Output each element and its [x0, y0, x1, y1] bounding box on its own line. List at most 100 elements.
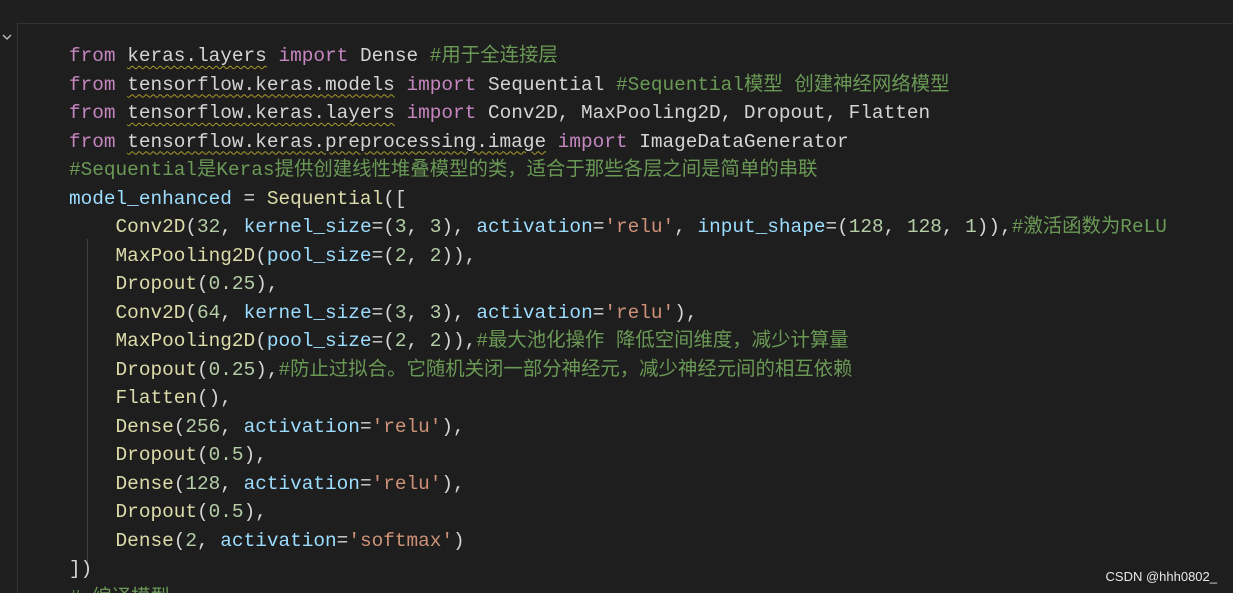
code-line[interactable]: Flatten(),	[69, 384, 1167, 413]
code-token-cls: Flatten	[115, 387, 198, 409]
code-line[interactable]: Dropout(0.5),	[69, 441, 1167, 470]
code-token-num: 32	[197, 216, 221, 238]
code-token-pun: =	[231, 187, 267, 210]
code-token-var: activation	[476, 301, 593, 324]
code-token-pun: ,	[220, 472, 244, 495]
code-token-pun: =	[359, 415, 372, 438]
code-line[interactable]: #Sequential是Keras提供创建线性堆叠模型的类，适合于那些各层之间是…	[69, 156, 1167, 185]
code-token-num: 3	[394, 301, 407, 324]
code-line[interactable]: Dropout(0.25),#防止过拟合。它随机关闭一部分神经元，减少神经元间的…	[69, 356, 1167, 385]
code-token-kw: from	[69, 130, 116, 153]
code-token-num: 3	[394, 216, 407, 238]
code-token-kw: import	[278, 45, 349, 67]
code-token-name: Sequential	[487, 73, 605, 96]
code-line[interactable]: Dense(256, activation='relu'),	[69, 413, 1167, 442]
code-token-pun	[476, 102, 488, 124]
code-token-cls: Dropout	[115, 358, 198, 381]
code-line[interactable]: from tensorflow.keras.preprocessing.imag…	[69, 128, 1167, 157]
code-token-pun	[604, 74, 616, 96]
code-token-pun	[69, 387, 116, 409]
code-token-pun: (	[185, 216, 198, 238]
code-token-cls: Dense	[115, 529, 174, 552]
code-token-pun	[69, 216, 116, 238]
code-token-pun	[69, 473, 116, 495]
code-editor[interactable]: from keras.layers import Dense #用于全连接层 fr…	[17, 23, 1233, 593]
code-token-pun: ,	[674, 216, 698, 238]
code-token-pun	[348, 45, 360, 67]
code-token-pun: (	[173, 415, 186, 438]
code-token-kw: import	[406, 102, 477, 124]
code-line[interactable]: ])	[69, 555, 1167, 584]
code-token-pun: =	[592, 301, 605, 324]
code-token-pun	[69, 273, 116, 295]
code-token-num: 256	[185, 415, 221, 438]
code-token-cls: Dense	[115, 415, 174, 438]
code-token-num: 128	[906, 216, 942, 238]
editor-top-strip	[0, 0, 1233, 23]
code-token-kw: from	[69, 73, 116, 96]
code-token-pun: (	[197, 501, 209, 523]
code-line[interactable]: Conv2D(32, kernel_size=(3, 3), activatio…	[69, 213, 1167, 242]
code-line[interactable]: Conv2D(64, kernel_size=(3, 3), activatio…	[69, 299, 1167, 328]
code-token-num: 2	[394, 244, 407, 267]
code-token-pun: (	[197, 358, 209, 381]
code-token-num: 1	[965, 216, 977, 238]
code-token-pun: ),	[441, 472, 465, 495]
code-token-name: ImageDataGenerator	[639, 130, 849, 153]
code-token-var: activation	[243, 472, 360, 495]
code-line[interactable]: from tensorflow.keras.layers import Conv…	[69, 99, 1167, 128]
code-token-pun: ([	[383, 187, 407, 210]
code-token-num: 2	[185, 529, 198, 552]
code-token-pun: ),	[674, 301, 698, 324]
code-line[interactable]: Dense(2, activation='softmax')	[69, 527, 1167, 556]
code-block[interactable]: from keras.layers import Dense #用于全连接层 fr…	[69, 42, 1167, 593]
code-line[interactable]: Dropout(0.5),	[69, 498, 1167, 527]
code-token-pun: ,	[883, 216, 907, 238]
code-token-pun	[69, 501, 116, 523]
code-token-pun: ,	[406, 330, 430, 352]
code-token-pun	[116, 131, 128, 153]
chevron-down-icon[interactable]	[1, 31, 13, 43]
code-token-str: 'relu'	[604, 301, 675, 324]
code-token-num: 2	[429, 244, 442, 267]
code-token-pun	[116, 45, 128, 67]
code-token-pun: =(	[371, 301, 395, 324]
code-token-pun	[116, 74, 128, 96]
code-token-pun: =	[336, 529, 349, 552]
code-token-pun: (),	[197, 387, 232, 409]
code-token-num: 64	[197, 301, 221, 324]
code-line[interactable]: Dense(128, activation='relu'),	[69, 470, 1167, 499]
code-line[interactable]: Dropout(0.25),	[69, 270, 1167, 299]
code-line[interactable]: model_enhanced = Sequential([	[69, 185, 1167, 214]
code-token-name: Dense	[359, 45, 419, 67]
code-token-pun: (	[255, 330, 267, 352]
code-token-pun: ),	[441, 216, 477, 238]
code-token-pun: (	[173, 472, 186, 495]
code-token-var: pool_size	[266, 244, 372, 267]
code-token-pun: (	[185, 301, 198, 324]
code-token-pun: ])	[69, 558, 93, 580]
code-token-name: Conv2D, MaxPooling2D, Dropout, Flatten	[487, 102, 931, 124]
code-token-pun: (	[255, 244, 267, 267]
code-token-com: #Sequential模型 创建神经网络模型	[615, 73, 950, 96]
code-token-pun: ,	[406, 244, 430, 267]
code-token-kw: import	[406, 73, 477, 96]
code-token-num: 0.25	[208, 273, 256, 295]
code-token-str: 'relu'	[604, 216, 675, 238]
code-token-num: 0.5	[208, 444, 244, 466]
code-token-pun: =(	[825, 216, 849, 238]
code-token-pun	[116, 102, 128, 124]
code-line[interactable]: MaxPooling2D(pool_size=(2, 2)),	[69, 242, 1167, 271]
code-token-pun	[69, 530, 116, 552]
code-token-str: 'softmax'	[348, 529, 454, 552]
code-line[interactable]: from tensorflow.keras.models import Sequ…	[69, 71, 1167, 100]
code-line[interactable]: MaxPooling2D(pool_size=(2, 2)),#最大池化操作 降…	[69, 327, 1167, 356]
code-line[interactable]: # 编译模型	[69, 584, 1167, 593]
code-token-kw: from	[69, 102, 116, 124]
code-token-pun: ,	[220, 415, 244, 438]
code-token-pun	[418, 45, 430, 67]
code-token-var: model_enhanced	[69, 187, 232, 210]
code-line[interactable]: from keras.layers import Dense #用于全连接层	[69, 42, 1167, 71]
code-token-pun	[267, 45, 279, 67]
code-token-pun: ,	[406, 301, 430, 324]
